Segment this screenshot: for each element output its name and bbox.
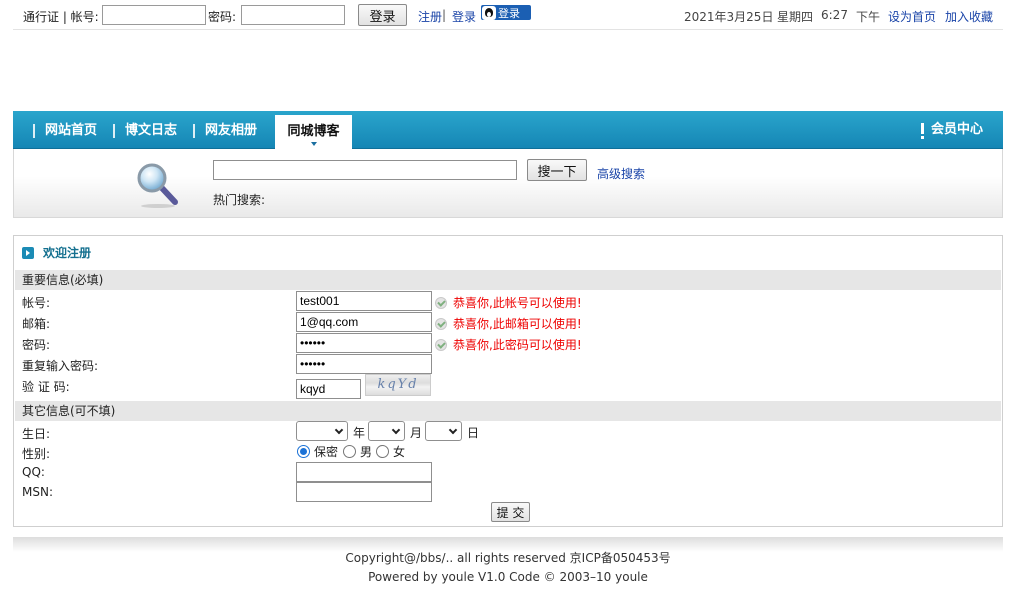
account-field[interactable] [296, 291, 432, 311]
msn-label: MSN: [22, 485, 53, 499]
time-text: 6:27 [821, 8, 848, 22]
footer-powered: Powered by youle V1.0 Code © 2003–10 you… [368, 570, 648, 584]
captcha-label: 验 证 码: [22, 380, 70, 394]
caret-down-icon [311, 142, 317, 146]
password-login-label: 密码: [208, 10, 237, 24]
account-ok-text: 恭喜你,此帐号可以使用! [453, 296, 582, 310]
register-title: 欢迎注册 [43, 246, 92, 260]
add-favorite-link[interactable]: 加入收藏 [945, 8, 993, 25]
gender-option-female[interactable]: 女 [376, 443, 405, 460]
account-label: 帐号: [22, 296, 51, 310]
nav-item-blog-log[interactable]: 博文日志 [125, 111, 177, 148]
birth-year-select[interactable] [296, 421, 348, 441]
birthday-label: 生日: [22, 427, 51, 441]
year-unit: 年 [353, 426, 366, 440]
date-text: 2021年3月25日 [684, 10, 774, 24]
account-ok-message: 恭喜你,此帐号可以使用! [435, 294, 582, 311]
password-ok-message: 恭喜你,此密码可以使用! [435, 336, 582, 353]
email-ok-message: 恭喜你,此邮箱可以使用! [435, 315, 582, 332]
gender-option-secret[interactable]: 保密 [297, 443, 338, 460]
email-label: 邮箱: [22, 317, 51, 331]
submit-button[interactable]: 提 交 [491, 502, 530, 522]
captcha-image[interactable]: kqYd [365, 374, 431, 396]
panel-title: 欢迎注册 [22, 244, 91, 261]
password-label: 密码: [22, 338, 51, 352]
passport-label: 通行证 | 帐号: [23, 10, 99, 24]
hot-search-label: 热门搜索: [213, 193, 266, 207]
qq-field[interactable] [296, 462, 432, 482]
repeat-password-field[interactable] [296, 354, 432, 374]
member-center-label: 会员中心 [930, 122, 983, 137]
gender-female-label: 女 [393, 445, 406, 459]
birth-day-select[interactable] [425, 421, 462, 441]
email-ok-text: 恭喜你,此邮箱可以使用! [453, 317, 582, 331]
check-icon [435, 296, 447, 309]
search-bar: 搜一下 高级搜索 热门搜索: [13, 149, 1003, 218]
account-login-input[interactable] [102, 5, 206, 25]
check-icon [435, 317, 447, 330]
password-login-input[interactable] [241, 5, 345, 25]
top-bar: 通行证 | 帐号: 密码: 登录 注册 | 登录 登录 2021年3月25日 星… [13, 0, 1003, 30]
register-link[interactable]: 注册 [418, 8, 442, 25]
repeat-password-label: 重复输入密码: [22, 359, 99, 373]
day-unit: 日 [467, 426, 480, 440]
gender-label: 性别: [22, 447, 51, 461]
nav-separator [193, 124, 195, 138]
radio-icon [343, 445, 356, 458]
search-button[interactable]: 搜一下 [527, 159, 587, 181]
qq-login-label: 登录 [498, 6, 520, 20]
qq-login-button[interactable]: 登录 [481, 5, 531, 20]
captcha-field[interactable] [296, 379, 361, 399]
main-nav: 网站首页 博文日志 网友相册 同城博客 会员中心 [13, 111, 1003, 149]
advanced-search-link[interactable]: 高级搜索 [597, 165, 645, 182]
weekday-text: 星期四 [777, 10, 814, 24]
msn-field[interactable] [296, 482, 432, 502]
register-panel: 欢迎注册 重要信息(必填) 帐号: 恭喜你,此帐号可以使用! 邮箱: 恭喜你,此… [13, 235, 1003, 527]
section-optional: 其它信息(可不填) [15, 401, 1001, 421]
set-homepage-link[interactable]: 设为首页 [888, 8, 936, 25]
radio-selected-icon [297, 445, 310, 458]
check-icon [435, 338, 447, 351]
search-input[interactable] [213, 160, 517, 180]
nav-item-city-blog[interactable]: 同城博客 [275, 115, 352, 149]
login-button[interactable]: 登录 [358, 4, 407, 26]
birth-month-select[interactable] [368, 421, 405, 441]
section-required: 重要信息(必填) [15, 270, 1001, 290]
email-field[interactable] [296, 312, 432, 332]
nav-item-album[interactable]: 网友相册 [205, 111, 257, 148]
nav-item-home[interactable]: 网站首页 [45, 111, 97, 148]
qq-penguin-icon [482, 5, 496, 20]
ampm-text: 下午 [856, 10, 881, 24]
gender-option-male[interactable]: 男 [343, 443, 372, 460]
nav-active-label: 同城博客 [287, 124, 340, 139]
footer-copyright: Copyright@/bbs/.. all rights reserved 京I… [345, 551, 671, 565]
member-center-link[interactable]: 会员中心 [920, 111, 983, 148]
month-unit: 月 [410, 426, 423, 440]
magnifier-icon [137, 163, 178, 208]
password-field[interactable] [296, 333, 432, 353]
password-ok-text: 恭喜你,此密码可以使用! [453, 338, 582, 352]
gender-male-label: 男 [360, 445, 373, 459]
login-link[interactable]: 登录 [452, 8, 476, 25]
qq-label: QQ: [22, 465, 45, 479]
radio-icon [376, 445, 389, 458]
nav-separator [33, 124, 35, 138]
gender-secret-label: 保密 [314, 445, 339, 459]
play-square-icon [22, 246, 34, 259]
exclamation-icon [920, 123, 924, 139]
link-divider: | [442, 8, 447, 22]
nav-separator [113, 124, 115, 138]
